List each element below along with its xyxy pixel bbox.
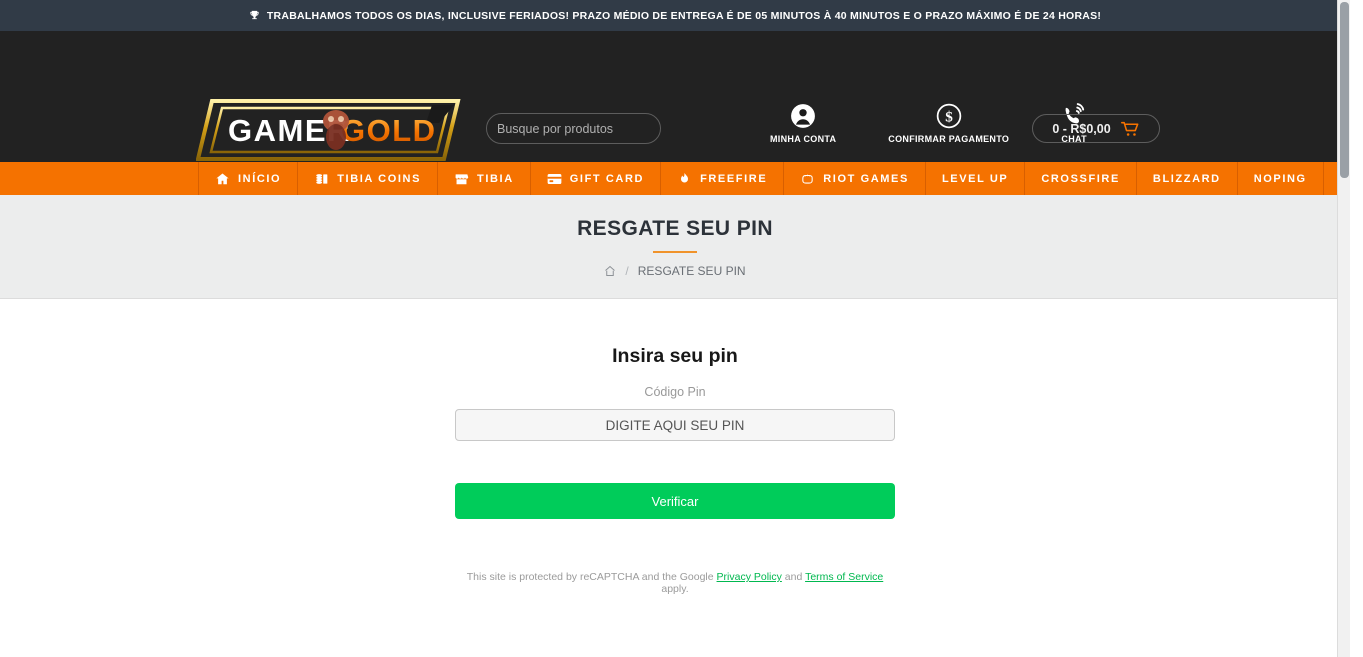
nav-item-gift-card[interactable]: GIFT CARD [531,162,662,195]
fist-icon [800,172,815,186]
header-action-label: CONFIRMAR PAGAMENTO [888,134,1010,144]
verify-button[interactable]: Verificar [455,483,895,519]
title-underline [653,251,697,253]
recaptcha-middle: and [781,571,806,583]
pin-input[interactable] [455,409,895,441]
terms-of-service-link[interactable]: Terms of Service [805,571,883,583]
cart-icon [1120,121,1140,137]
main-content: Insira seu pin Código Pin Verificar This… [0,299,1350,595]
announcement-bar: TRABALHAMOS TODOS OS DIAS, INCLUSIVE FER… [0,0,1350,31]
nav-item-label: INÍCIO [238,172,282,185]
coins-icon [314,172,329,186]
site-header: GAMER GOLD Busque por produtos MINHA CON… [0,31,1350,162]
trophy-icon [249,9,260,22]
nav-item-level-up[interactable]: LEVEL UP [926,162,1026,195]
nav-item-label: BLIZZARD [1152,172,1221,185]
credit-card-icon [547,172,562,186]
user-circle-icon [790,103,816,129]
home-outline-icon[interactable] [604,265,616,277]
nav-item-label: LEVEL UP [941,172,1009,185]
recaptcha-notice: This site is protected by reCAPTCHA and … [455,571,895,595]
svg-text:$: $ [945,108,953,125]
nav-item-freefire[interactable]: FREEFIRE [661,162,785,195]
form-heading: Insira seu pin [612,345,738,367]
store-icon [454,172,469,186]
nav-item-label: GIFT CARD [569,172,645,185]
flame-icon [677,172,692,186]
breadcrumb: / RESGATE SEU PIN [0,264,1350,278]
nav-item-blizzard[interactable]: BLIZZARD [1137,162,1238,195]
cart-button[interactable]: 0 - R$0,00 [1032,114,1160,143]
header-action-confirmar-pagamento[interactable]: $ CONFIRMAR PAGAMENTO [888,103,1009,144]
pin-form: Insira seu pin Código Pin Verificar This… [455,345,895,595]
header-action-label: MINHA CONTA [770,134,837,144]
nav-item-label: FREEFIRE [700,172,768,185]
vertical-scrollbar[interactable] [1337,0,1350,657]
dollar-circle-icon: $ [936,103,962,129]
search-box[interactable] [486,113,661,144]
recaptcha-prefix: This site is protected by reCAPTCHA and … [466,571,717,583]
page-root: TRABALHAMOS TODOS OS DIAS, INCLUSIVE FER… [0,0,1350,657]
cart-total: 0 - R$0,00 [1052,121,1111,136]
nav-item-label: NOPING [1253,172,1307,185]
nav-item-riot-games[interactable]: RIOT GAMES [784,162,926,195]
privacy-policy-link[interactable]: Privacy Policy [717,571,782,583]
nav-item-label: CROSSFIRE [1041,172,1120,185]
svg-text:GOLD: GOLD [341,113,437,148]
nav-item-label: TIBIA [477,172,514,185]
page-title: RESGATE SEU PIN [577,217,773,240]
site-logo[interactable]: GAMER GOLD [196,93,466,167]
nav-item-label: TIBIA COINS [337,172,422,185]
nav-item-crossfire[interactable]: CROSSFIRE [1025,162,1137,195]
nav-item-noping[interactable]: NOPING [1238,162,1324,195]
recaptcha-suffix: apply. [661,583,689,595]
header-action-minha-conta[interactable]: MINHA CONTA [770,103,836,144]
search-input[interactable] [487,114,660,143]
home-icon [215,172,230,186]
announcement-text: TRABALHAMOS TODOS OS DIAS, INCLUSIVE FER… [266,9,1102,22]
page-title-band: RESGATE SEU PIN / RESGATE SEU PIN [0,195,1350,299]
nav-item-label: RIOT GAMES [823,172,909,185]
pin-field-label: Código Pin [644,385,706,399]
breadcrumb-current: RESGATE SEU PIN [637,264,746,278]
scrollbar-thumb[interactable] [1340,2,1349,178]
breadcrumb-separator: / [625,264,629,278]
